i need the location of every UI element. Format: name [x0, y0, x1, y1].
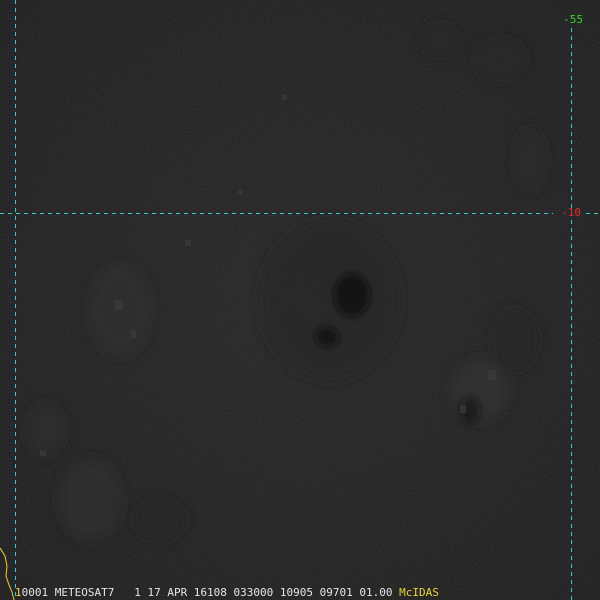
frame-index: 1: [15, 586, 22, 599]
longitude-label: -55: [563, 13, 583, 26]
satellite-image: [0, 0, 600, 600]
caption-text: 0001 METEOSAT7 1 17 APR 16108 033000 109…: [21, 586, 393, 599]
software-label: McIDAS: [399, 586, 439, 599]
image-caption-bar: 10001 METEOSAT7 1 17 APR 16108 033000 10…: [15, 587, 439, 599]
latitude-label: -10: [561, 206, 581, 219]
